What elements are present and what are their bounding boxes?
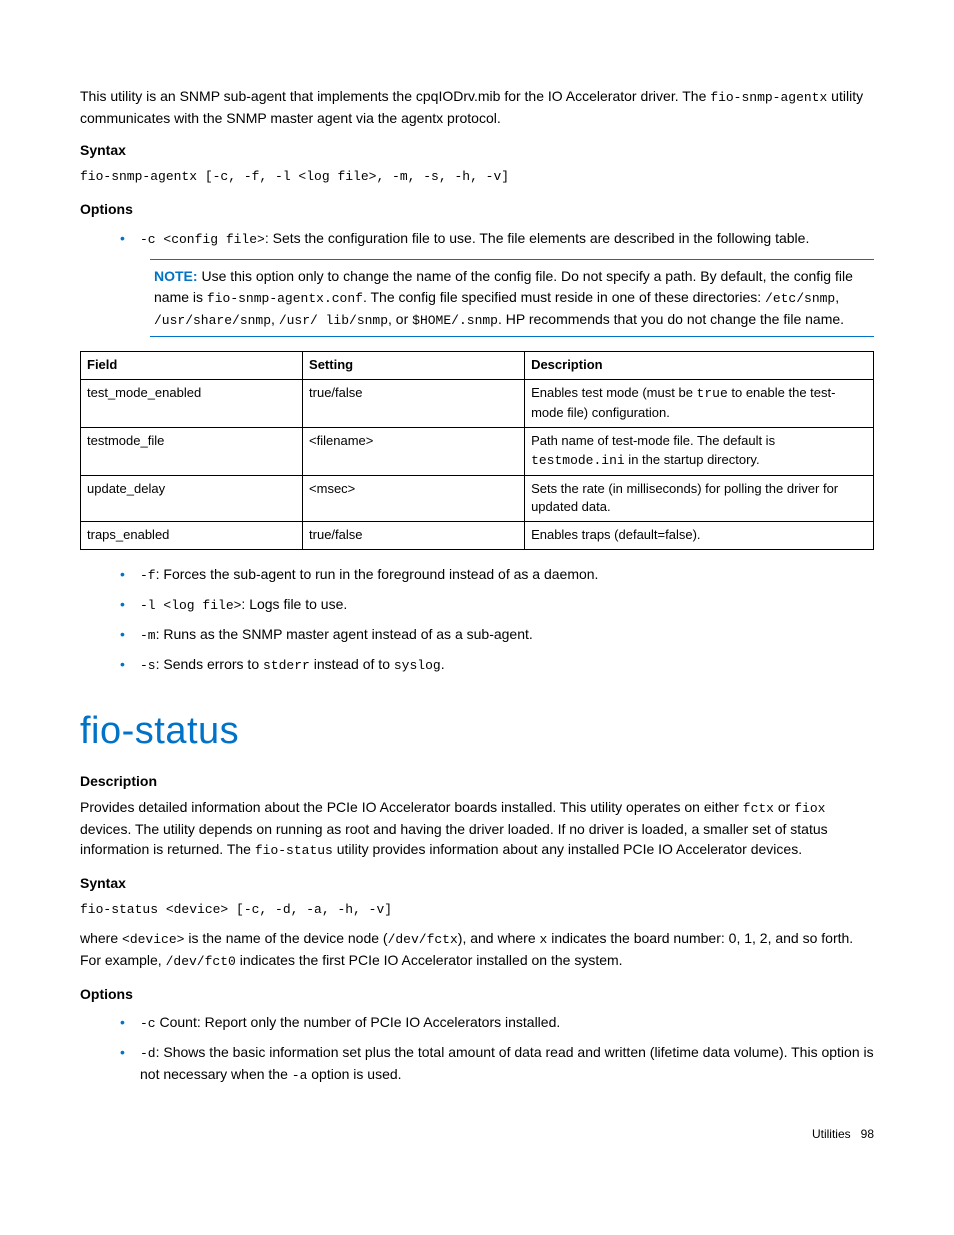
cell-description: Path name of test-mode file. The default… xyxy=(525,427,874,475)
text: . HP recommends that you do not change t… xyxy=(498,311,844,327)
code-inline: fio-status xyxy=(255,843,333,858)
syntax-code: fio-snmp-agentx [-c, -f, -l <log file>, … xyxy=(80,168,874,187)
code-inline: -d xyxy=(140,1046,156,1061)
code-inline: -c xyxy=(140,1016,156,1031)
text: : Shows the basic information set plus t… xyxy=(140,1044,874,1082)
text: ), and where xyxy=(458,930,540,946)
text: Count: Report only the number of PCIe IO… xyxy=(156,1014,561,1030)
code-inline: syslog xyxy=(394,658,441,673)
cell-field: test_mode_enabled xyxy=(81,380,303,428)
options-heading: Options xyxy=(80,984,874,1004)
text: : Sends errors to xyxy=(156,656,263,672)
options-list: -f: Forces the sub-agent to run in the f… xyxy=(120,564,874,675)
option-l: -l <log file>: Logs file to use. xyxy=(120,594,874,616)
cell-field: update_delay xyxy=(81,475,303,522)
options-list: -c <config file>: Sets the configuration… xyxy=(120,228,874,250)
code-inline: -s xyxy=(140,658,156,673)
code-inline: -l <log file> xyxy=(140,598,241,613)
text: . The config file specified must reside … xyxy=(363,289,765,305)
text: where xyxy=(80,930,122,946)
option-d: -d: Shows the basic information set plus… xyxy=(120,1042,874,1086)
code-inline: /dev/fctx xyxy=(388,932,458,947)
cell-setting: true/false xyxy=(303,380,525,428)
section-heading-fio-status: fio-status xyxy=(80,704,874,759)
code-inline: -f xyxy=(140,568,156,583)
text: : Logs file to use. xyxy=(241,596,347,612)
table-row: test_mode_enabled true/false Enables tes… xyxy=(81,380,874,428)
code-inline: /usr/share/snmp xyxy=(154,313,271,328)
text: : Runs as the SNMP master agent instead … xyxy=(156,626,533,642)
text: , xyxy=(271,311,279,327)
note-label: NOTE: xyxy=(154,268,198,284)
option-m: -m: Runs as the SNMP master agent instea… xyxy=(120,624,874,646)
text: instead of to xyxy=(310,656,394,672)
table-row: update_delay <msec> Sets the rate (in mi… xyxy=(81,475,874,522)
option-s: -s: Sends errors to stderr instead of to… xyxy=(120,654,874,676)
description-heading: Description xyxy=(80,771,874,791)
where-paragraph: where <device> is the name of the device… xyxy=(80,928,874,972)
cell-field: traps_enabled xyxy=(81,522,303,550)
page-number: 98 xyxy=(861,1127,874,1141)
cell-field: testmode_file xyxy=(81,427,303,475)
cell-description: Enables traps (default=false). xyxy=(525,522,874,550)
code-inline: fctx xyxy=(743,801,774,816)
option-f: -f: Forces the sub-agent to run in the f… xyxy=(120,564,874,586)
code-inline: fio-snmp-agentx xyxy=(710,90,827,105)
th-field: Field xyxy=(81,352,303,380)
footer-label: Utilities xyxy=(812,1127,851,1141)
th-description: Description xyxy=(525,352,874,380)
code-inline: fiox xyxy=(794,801,825,816)
text: : Sets the configuration file to use. Th… xyxy=(265,230,810,246)
options-heading: Options xyxy=(80,199,874,219)
th-setting: Setting xyxy=(303,352,525,380)
table-header-row: Field Setting Description xyxy=(81,352,874,380)
text: Provides detailed information about the … xyxy=(80,799,743,815)
code-inline: /etc/snmp xyxy=(765,291,835,306)
code-inline: $HOME/.snmp xyxy=(412,313,498,328)
page-footer: Utilities 98 xyxy=(80,1126,874,1143)
syntax-heading: Syntax xyxy=(80,873,874,893)
code-inline: stderr xyxy=(263,658,310,673)
options-list: -c Count: Report only the number of PCIe… xyxy=(120,1012,874,1086)
table-row: traps_enabled true/false Enables traps (… xyxy=(81,522,874,550)
config-table: Field Setting Description test_mode_enab… xyxy=(80,351,874,550)
code-inline: fio-snmp-agentx.conf xyxy=(207,291,363,306)
text: : Forces the sub-agent to run in the for… xyxy=(156,566,599,582)
text: or xyxy=(774,799,794,815)
text: , xyxy=(835,289,839,305)
cell-setting: true/false xyxy=(303,522,525,550)
option-c-count: -c Count: Report only the number of PCIe… xyxy=(120,1012,874,1034)
text: indicates the first PCIe IO Accelerator … xyxy=(236,952,623,968)
cell-setting: <msec> xyxy=(303,475,525,522)
cell-setting: <filename> xyxy=(303,427,525,475)
option-c: -c <config file>: Sets the configuration… xyxy=(120,228,874,250)
text: option is used. xyxy=(307,1066,401,1082)
cell-description: Sets the rate (in milliseconds) for poll… xyxy=(525,475,874,522)
text: utility provides information about any i… xyxy=(333,841,802,857)
code-inline: -m xyxy=(140,628,156,643)
code-inline: -c <config file> xyxy=(140,232,265,247)
cell-description: Enables test mode (must be true to enabl… xyxy=(525,380,874,428)
intro-paragraph: This utility is an SNMP sub-agent that i… xyxy=(80,86,874,128)
table-row: testmode_file <filename> Path name of te… xyxy=(81,427,874,475)
text: , or xyxy=(388,311,412,327)
code-inline: <device> xyxy=(122,932,184,947)
syntax-heading: Syntax xyxy=(80,140,874,160)
text: . xyxy=(441,656,445,672)
code-inline: -a xyxy=(292,1068,308,1083)
text: This utility is an SNMP sub-agent that i… xyxy=(80,88,710,104)
code-inline: /usr/ lib/snmp xyxy=(279,313,388,328)
code-inline: /dev/fct0 xyxy=(166,954,236,969)
description-paragraph: Provides detailed information about the … xyxy=(80,797,874,861)
text: is the name of the device node ( xyxy=(184,930,387,946)
syntax-code: fio-status <device> [-c, -d, -a, -h, -v] xyxy=(80,901,874,920)
note-box: NOTE: Use this option only to change the… xyxy=(150,259,874,337)
